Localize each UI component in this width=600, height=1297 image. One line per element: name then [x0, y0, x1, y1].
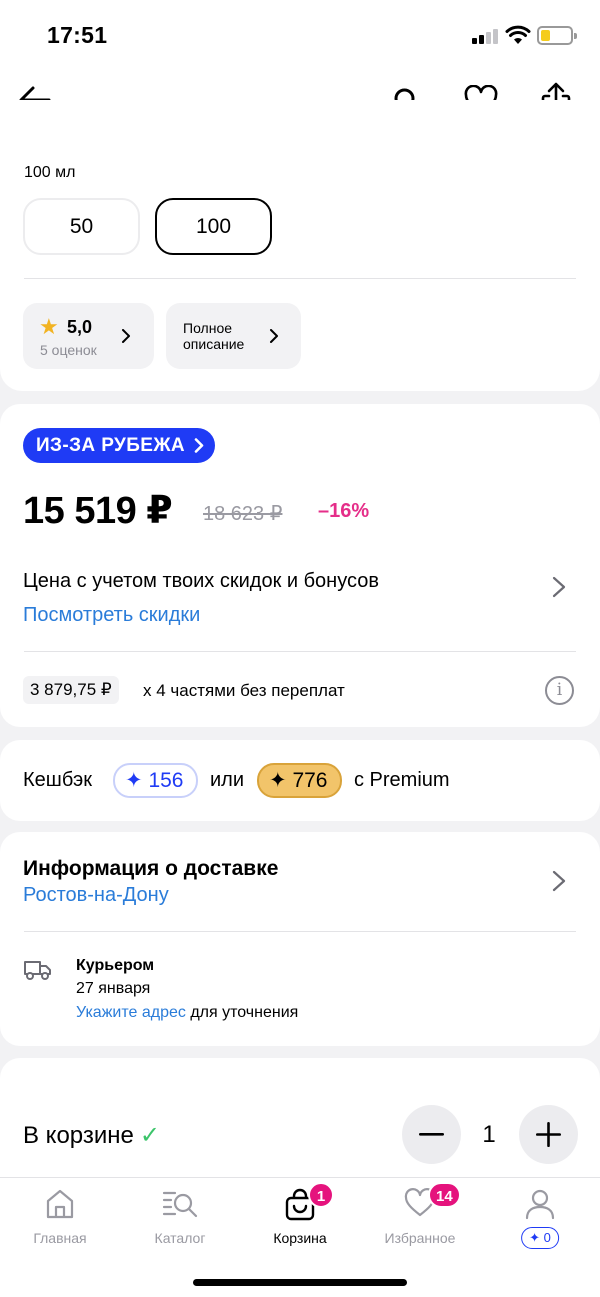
chevron-right-icon — [270, 329, 278, 343]
installment-text: х 4 частями без переплат — [143, 681, 345, 700]
tab-catalog[interactable]: Каталог — [120, 1178, 240, 1258]
specify-address-link[interactable]: Укажите адрес — [76, 1004, 186, 1021]
tab-home[interactable]: Главная — [0, 1178, 120, 1258]
chevron-right-icon[interactable] — [552, 576, 566, 598]
catalog-search-icon — [162, 1191, 198, 1218]
address-suffix: для уточнения — [190, 1004, 299, 1021]
see-discounts-link[interactable]: Посмотреть скидки — [23, 604, 200, 627]
discount-percent: –16% — [318, 500, 370, 522]
courier-date: 27 января — [76, 980, 151, 997]
wifi-icon — [505, 25, 531, 44]
increase-quantity-button[interactable] — [519, 1105, 578, 1164]
tab-cart[interactable]: 1 Корзина — [240, 1178, 360, 1258]
premium-cashback-value: 776 — [292, 769, 328, 792]
volume-option-100[interactable]: 100 — [155, 198, 272, 255]
installment-amount: 3 879,75 ₽ — [23, 676, 119, 704]
tab-catalog-label: Каталог — [154, 1230, 206, 1246]
minus-icon — [419, 1133, 444, 1136]
rating-chip[interactable]: ★ 5,0 5 оценок — [23, 303, 154, 369]
cashback-chip[interactable]: ✦ 156 — [113, 763, 198, 798]
cashback-or: или — [210, 769, 245, 791]
price-note[interactable]: Цена с учетом твоих скидок и бонусов — [23, 570, 379, 593]
full-description-label: Полное описание — [183, 320, 245, 352]
truck-icon — [24, 961, 51, 980]
home-icon — [46, 1189, 74, 1219]
selected-volume-label: 100 мл — [24, 164, 76, 181]
sparkle-icon: ✦ — [269, 769, 287, 792]
rating-count: 5 оценок — [40, 342, 97, 358]
divider — [24, 278, 576, 279]
premium-cashback-chip[interactable]: ✦ 776 — [257, 763, 342, 798]
tab-cart-label: Корзина — [273, 1230, 327, 1246]
status-bar: 17:51 — [0, 0, 600, 72]
bonus-balance-pill: ✦ 0 — [521, 1227, 559, 1249]
divider — [24, 931, 576, 932]
abroad-badge[interactable]: ИЗ-ЗА РУБЕЖА — [23, 428, 216, 463]
volume-option-50[interactable]: 50 — [23, 198, 140, 255]
tab-profile[interactable]: ✦ 0 — [480, 1178, 600, 1258]
status-time: 17:51 — [47, 22, 108, 48]
cashback-value: 156 — [148, 769, 184, 792]
checkmark-icon: ✓ — [139, 1122, 160, 1149]
product-options-card: 100 мл 50 100 ★ 5,0 5 оценок Полное опис… — [0, 100, 600, 391]
price-card: ИЗ-ЗА РУБЕЖА 15 519 ₽ 18 623 ₽ –16% Цена… — [0, 404, 600, 727]
in-cart-label: В корзине — [23, 1122, 134, 1149]
cellular-signal-icon — [472, 28, 500, 44]
delivery-card: Информация о доставке Ростов-на-Дону Кур… — [0, 832, 600, 1046]
favorites-badge: 14 — [428, 1182, 461, 1208]
sparkle-icon: ✦ — [125, 769, 143, 792]
current-price: 15 519 ₽ — [23, 490, 173, 532]
battery-icon — [537, 26, 577, 45]
cart-bar: В корзине ✓ 1 — [0, 1090, 600, 1178]
cashback-card: Кешбэк ✦ 156 или ✦ 776 с Premium — [0, 740, 600, 821]
courier-title: Курьером — [76, 957, 155, 974]
delivery-title[interactable]: Информация о доставке — [23, 857, 278, 881]
chevron-right-icon — [122, 329, 130, 343]
plus-icon — [536, 1122, 561, 1147]
tab-favorites[interactable]: 14 Избранное — [360, 1178, 480, 1258]
rating-value: 5,0 — [67, 317, 93, 337]
chevron-right-icon[interactable] — [552, 870, 566, 892]
decrease-quantity-button[interactable] — [402, 1105, 461, 1164]
courier-address-line: Укажите адрес для уточнения — [76, 1004, 298, 1022]
delivery-city[interactable]: Ростов-на-Дону — [23, 884, 169, 907]
in-cart-status[interactable]: В корзине ✓ — [23, 1121, 160, 1150]
divider — [24, 651, 576, 652]
star-icon: ★ — [39, 314, 59, 339]
old-price: 18 623 ₽ — [203, 503, 283, 525]
premium-label: с Premium — [354, 769, 450, 791]
profile-icon — [525, 1189, 555, 1220]
bonus-balance: 0 — [543, 1230, 551, 1245]
cashback-label: Кешбэк — [23, 769, 93, 791]
abroad-badge-label: ИЗ-ЗА РУБЕЖА — [36, 435, 186, 456]
home-indicator — [193, 1279, 407, 1286]
info-icon[interactable]: i — [545, 676, 574, 705]
sparkle-icon: ✦ — [529, 1230, 541, 1245]
full-description-chip[interactable]: Полное описание — [166, 303, 301, 369]
quantity-value: 1 — [482, 1121, 496, 1148]
chevron-right-icon — [194, 438, 204, 453]
cart-badge: 1 — [308, 1182, 334, 1208]
tab-home-label: Главная — [33, 1230, 87, 1246]
tab-bar: Главная Каталог 1 Корзина 14 Избранное ✦… — [0, 1178, 600, 1297]
tab-favorites-label: Избранное — [384, 1230, 456, 1246]
